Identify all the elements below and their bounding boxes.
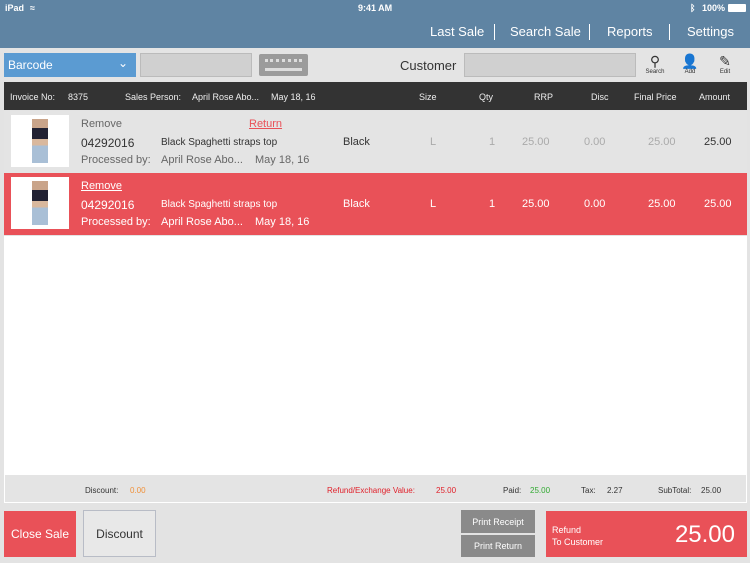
customer-input[interactable] (464, 53, 636, 77)
item-color: Black (343, 136, 370, 148)
add-label: Add (684, 69, 696, 75)
item-final-price: 25.00 (648, 198, 676, 210)
add-user-icon: 👤 (681, 53, 699, 69)
item-qty: 1 (489, 136, 496, 148)
item-final-price: 25.00 (648, 136, 676, 148)
product-image (11, 177, 69, 229)
processed-date: May 18, 16 (255, 216, 310, 228)
tax-value: 2.27 (607, 486, 623, 495)
edit-label: Edit (719, 69, 731, 75)
add-customer-button[interactable]: 👤 Add (674, 53, 706, 75)
nav-last-sale[interactable]: Last Sale (430, 24, 484, 39)
item-size: L (430, 198, 437, 210)
processed-by: April Rose Abo... (161, 154, 243, 166)
remove-link[interactable]: Remove (81, 118, 122, 130)
table-row[interactable]: Remove Return 04292016 Black Spaghetti s… (4, 111, 747, 173)
col-qty: Qty (479, 92, 494, 102)
divider (494, 24, 495, 40)
remove-link[interactable]: Remove (81, 180, 122, 192)
discount-value: 0.00 (130, 486, 146, 495)
item-rrp: 25.00 (522, 136, 550, 148)
customer-label: Customer (400, 58, 457, 73)
refund-amount: 25.00 (674, 521, 735, 548)
sales-person: April Rose Abo... (192, 92, 260, 102)
item-amount: 25.00 (704, 198, 732, 210)
processed-label: Processed by: (81, 216, 151, 228)
subtotal-value: 25.00 (701, 486, 722, 495)
nav-reports[interactable]: Reports (607, 24, 653, 39)
search-icon: ⚲ (649, 53, 661, 69)
invoice-number: 8375 (68, 92, 89, 102)
tax-label: Tax: (581, 486, 596, 495)
close-sale-button[interactable]: Close Sale (4, 511, 76, 557)
paid-value: 25.00 (530, 486, 551, 495)
sales-person-label: Sales Person: (125, 92, 182, 102)
item-amount: 25.00 (704, 136, 732, 148)
keyboard-icon[interactable] (259, 54, 308, 76)
chevron-down-icon: ⌄ (117, 56, 128, 70)
bluetooth-icon: ᛒ (690, 3, 696, 13)
discount-button[interactable]: Discount (83, 510, 156, 557)
nav-settings[interactable]: Settings (687, 24, 734, 39)
col-amount: Amount (699, 92, 731, 102)
barcode-select[interactable]: Barcode ⌄ (4, 53, 136, 77)
print-receipt-button[interactable]: Print Receipt (461, 510, 535, 533)
item-disc: 0.00 (584, 136, 606, 148)
item-code: 04292016 (81, 198, 135, 212)
refund-line1: Refund (552, 525, 582, 535)
return-link[interactable]: Return (249, 118, 282, 130)
col-disc: Disc (591, 92, 609, 102)
divider (589, 24, 590, 40)
barcode-input[interactable] (140, 53, 252, 77)
clock: 9:41 AM (358, 3, 393, 13)
invoice-header: Invoice No: 8375 Sales Person: April Ros… (4, 82, 747, 110)
divider (669, 24, 670, 40)
item-color: Black (343, 198, 370, 210)
item-rrp: 25.00 (522, 198, 550, 210)
item-code: 04292016 (81, 136, 135, 150)
print-return-button[interactable]: Print Return (461, 535, 535, 557)
col-size: Size (419, 92, 437, 102)
processed-by: April Rose Abo... (161, 216, 243, 228)
battery-level: 100% (702, 3, 726, 13)
item-qty: 1 (489, 198, 496, 210)
device-label: iPad (5, 3, 25, 13)
col-rrp: RRP (534, 92, 554, 102)
barcode-select-label: Barcode (8, 58, 53, 72)
totals-bar: Discount: 0.00 Refund/Exchange Value: 25… (4, 474, 747, 503)
discount-label: Discount: (85, 486, 119, 495)
col-final-price: Final Price (634, 92, 677, 102)
paid-label: Paid: (503, 486, 522, 495)
battery-icon (728, 4, 746, 12)
invoice-label: Invoice No: (10, 92, 56, 102)
refund-value: 25.00 (436, 486, 457, 495)
refund-label: Refund/Exchange Value: (327, 486, 415, 495)
edit-icon: ✎ (719, 53, 731, 69)
item-description: Black Spaghetti straps top (161, 199, 278, 210)
items-list-empty-area (4, 236, 747, 474)
refund-line2: To Customer (552, 537, 604, 547)
refund-to-customer-button[interactable]: Refund To Customer 25.00 (546, 511, 747, 557)
nav-search-sale[interactable]: Search Sale (510, 24, 581, 39)
item-disc: 0.00 (584, 198, 606, 210)
invoice-date: May 18, 16 (271, 92, 316, 102)
subtotal-label: SubTotal: (658, 486, 692, 495)
wifi-icon: ≈ (30, 3, 35, 13)
search-label: Search (645, 69, 665, 75)
top-bar: iPad ≈ 9:41 AM ᛒ 100% Last Sale Search S… (0, 0, 750, 48)
processed-date: May 18, 16 (255, 154, 310, 166)
table-row-selected[interactable]: Remove 04292016 Black Spaghetti straps t… (4, 173, 747, 235)
product-image (11, 115, 69, 167)
processed-label: Processed by: (81, 154, 151, 166)
edit-customer-button[interactable]: ✎ Edit (709, 53, 741, 75)
search-customer-button[interactable]: ⚲ Search (639, 53, 671, 75)
item-description: Black Spaghetti straps top (161, 137, 278, 148)
item-size: L (430, 136, 437, 148)
